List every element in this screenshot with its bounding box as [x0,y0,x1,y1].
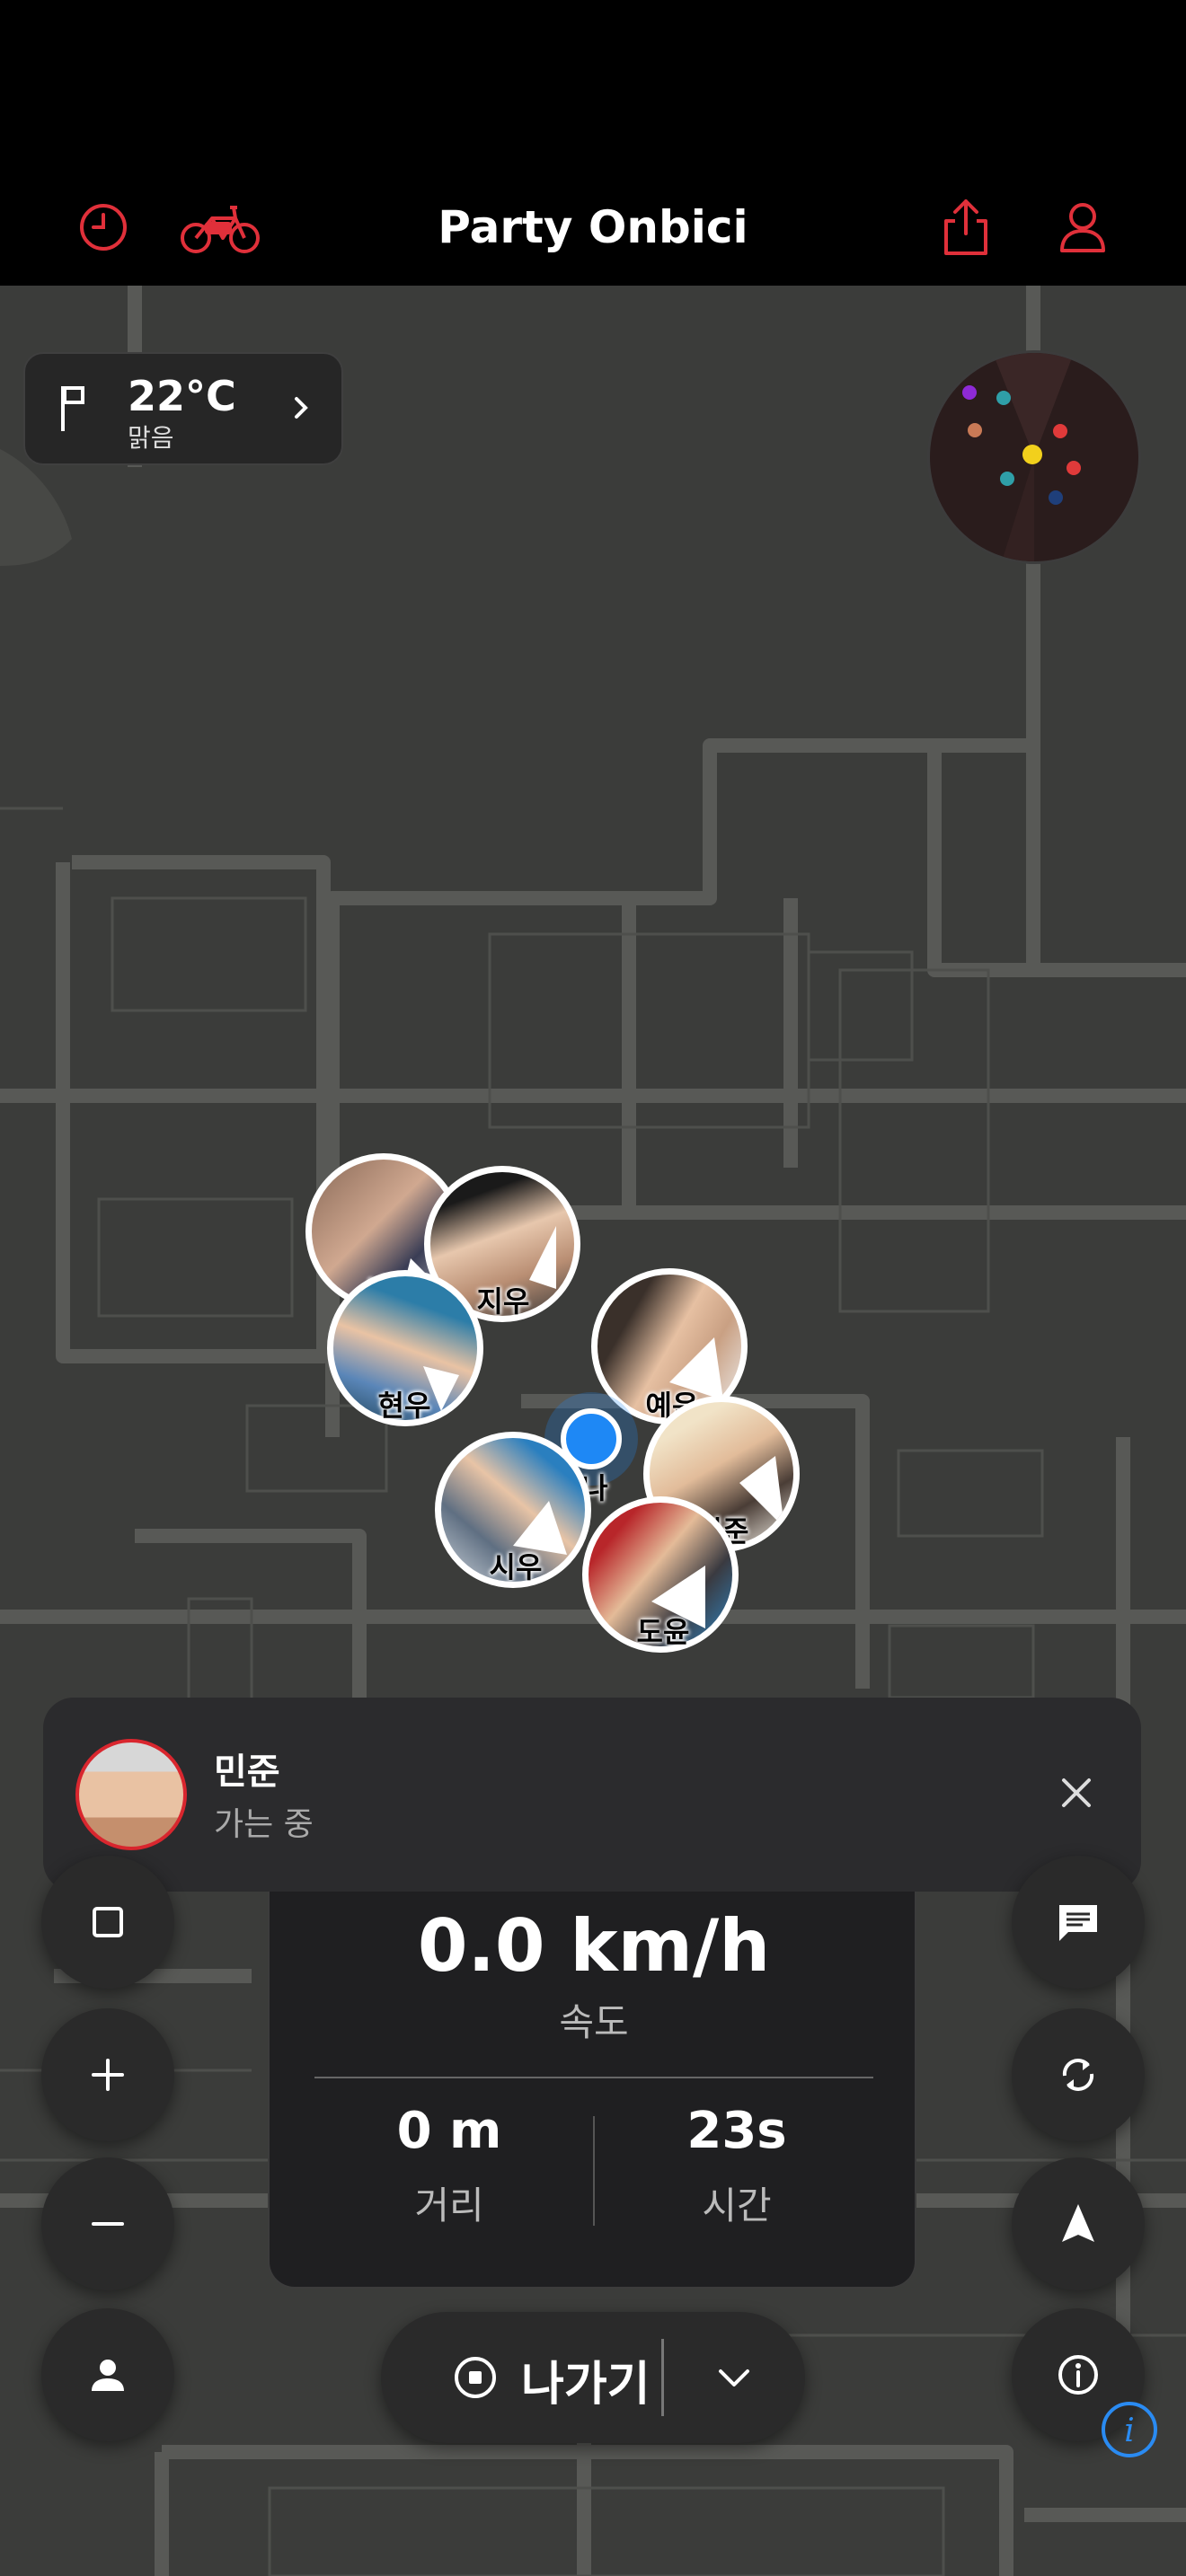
share-icon[interactable] [925,187,1006,268]
navigate-button[interactable] [1012,2157,1145,2290]
stop-square-button[interactable] [41,1856,174,1989]
radar-minimap[interactable] [927,350,1141,564]
avatar [75,1739,187,1850]
distance-label: 거리 [414,2183,484,2228]
notification-toast[interactable]: 민준 가는 중 [43,1698,1141,1892]
ride-stats-panel: 0.0 km/h 속도 0 m 거리 23s 시간 [268,1892,916,2289]
zoom-out-button[interactable] [41,2157,174,2290]
chevron-right-icon [291,390,313,429]
zoom-in-button[interactable] [41,2008,174,2141]
close-icon[interactable] [1040,1757,1112,1829]
exit-button[interactable]: 나가기 [521,2346,651,2413]
marker-label: 현우 [377,1389,431,1423]
notification-name: 민준 [214,1751,280,1793]
svg-text:i: i [1124,2413,1135,2449]
clock-icon[interactable] [63,187,144,268]
divider [661,2339,664,2416]
notification-status: 가는 중 [214,1806,314,1843]
weather-card[interactable]: 22°C 맑음 [23,352,343,465]
status-bar [0,0,1186,180]
plus-icon [92,2059,124,2091]
distance-value: 0 m [396,2102,502,2160]
person-icon [92,2360,124,2391]
page-title: Party Onbici [438,201,748,253]
marker-label: 도윤 [636,1615,690,1649]
weather-temperature: 22°C [128,372,236,420]
square-icon [93,1907,123,1937]
person-button[interactable] [41,2308,174,2441]
refresh-button[interactable] [1012,2008,1145,2141]
flag-icon [58,383,90,437]
bicycle-icon[interactable] [176,187,266,268]
profile-icon[interactable] [1042,187,1123,268]
navigation-arrow-icon [1062,2204,1094,2242]
speed-value: 0.0 km/h [417,1904,771,1988]
map-attribution-info-icon[interactable]: i [1100,2400,1159,2463]
info-icon [1058,2355,1098,2395]
divider [593,2116,595,2226]
chat-icon [1059,1905,1097,1941]
stop-circle-icon [453,2355,498,2404]
divider [314,2077,873,2078]
marker-label: 시우 [489,1550,543,1584]
time-label: 시간 [702,2183,772,2228]
minus-icon [92,2222,124,2226]
exit-control[interactable]: 나가기 [381,2312,805,2443]
time-value: 23s [686,2102,787,2160]
chevron-down-icon[interactable] [713,2357,755,2402]
speed-label: 속도 [559,2000,629,2044]
chat-button[interactable] [1012,1856,1145,1989]
weather-condition: 맑음 [128,423,174,453]
refresh-icon [1062,2059,1094,2091]
